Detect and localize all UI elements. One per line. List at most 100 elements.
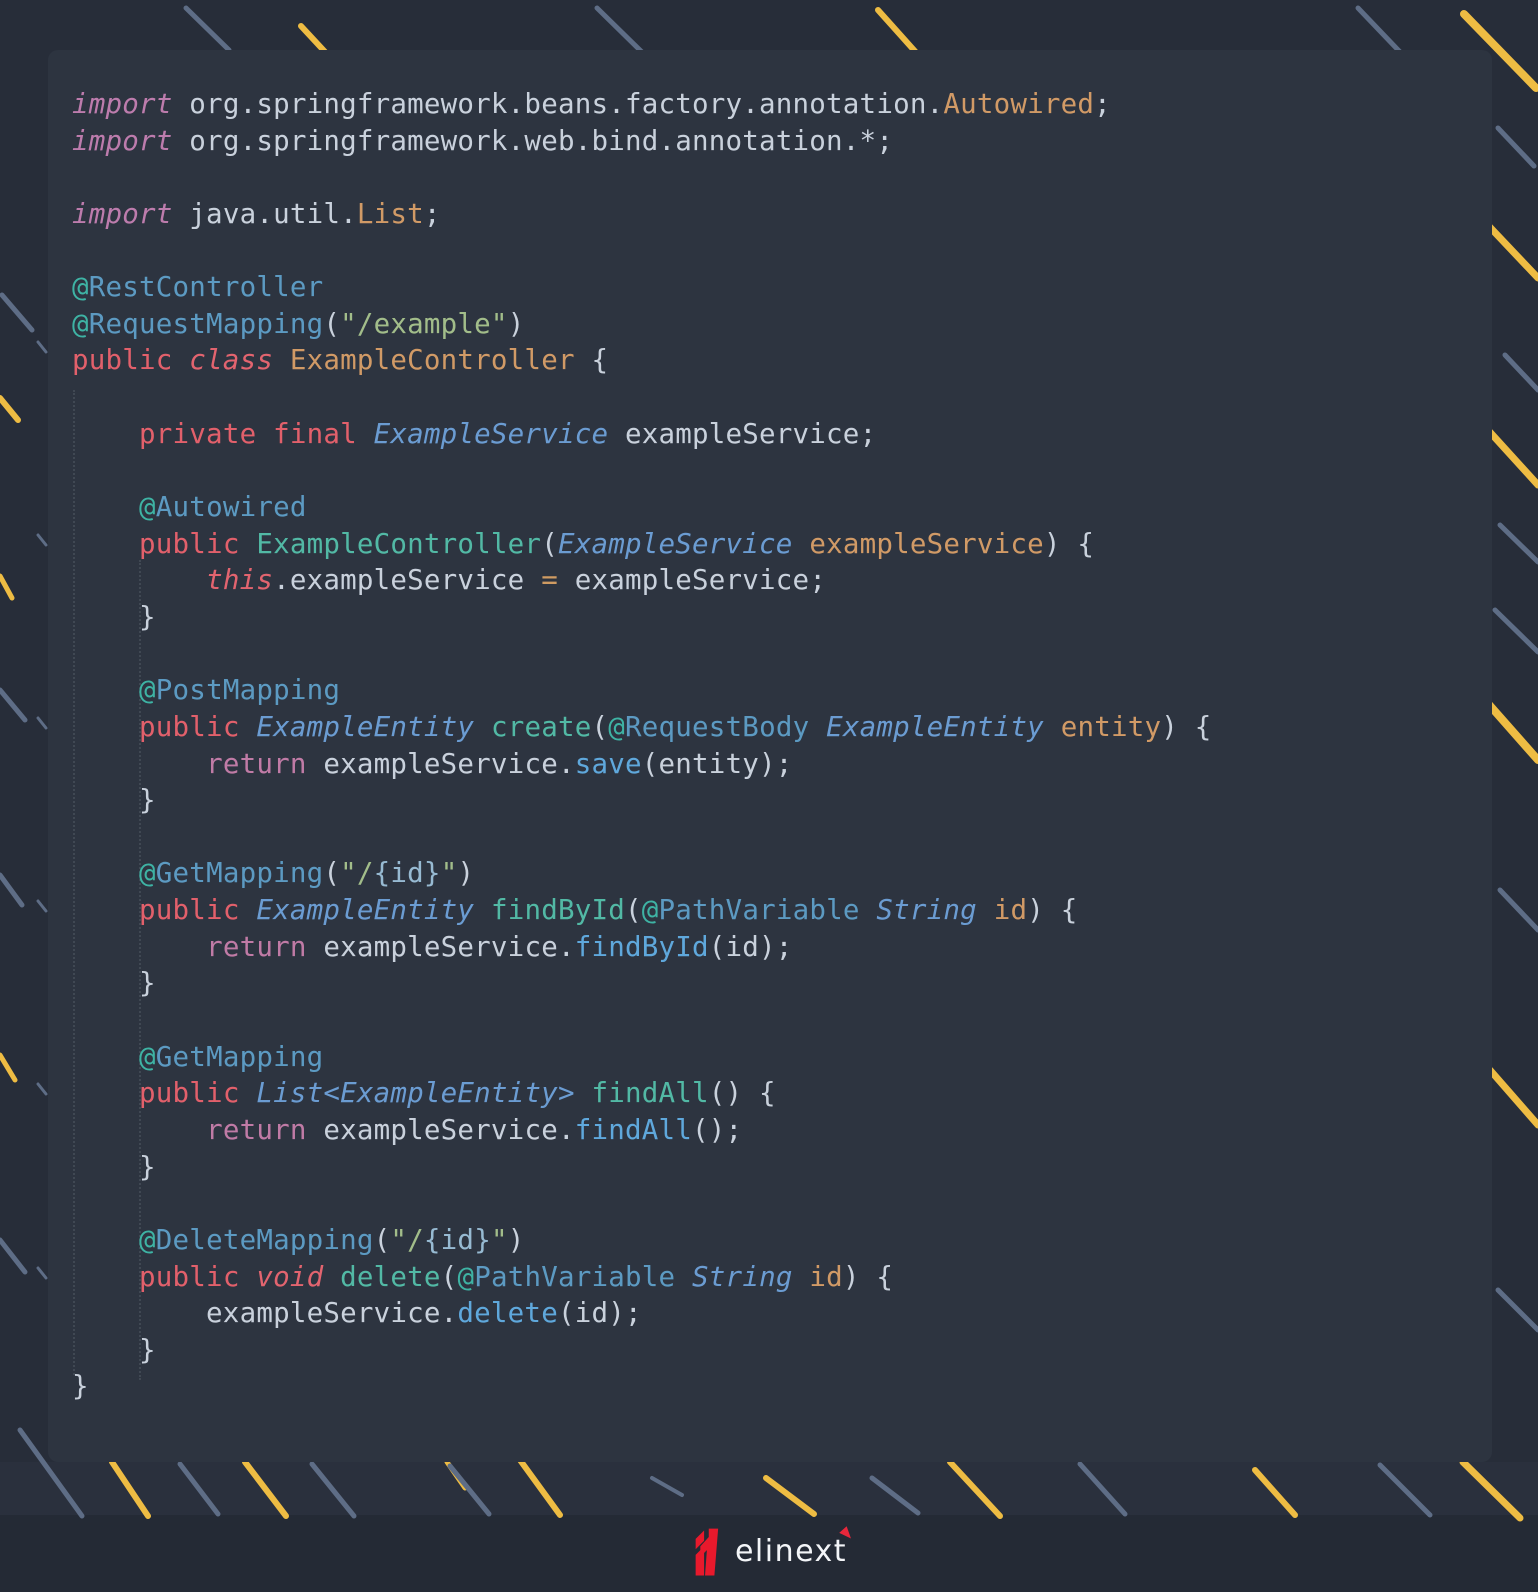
code-token: }	[72, 601, 156, 633]
diagonal-stroke	[1498, 1290, 1538, 1330]
code-token	[809, 711, 826, 743]
code-line: @GetMapping	[72, 1039, 1484, 1076]
code-token: exampleService;	[558, 564, 826, 596]
code-token	[977, 894, 994, 926]
code-token: @	[139, 674, 156, 706]
code-token: exampleService.	[72, 1297, 457, 1329]
code-token: PathVariable	[474, 1261, 675, 1293]
code-line: @RequestMapping("/example")	[72, 306, 1484, 343]
code-line: public List<ExampleEntity> findAll() {	[72, 1075, 1484, 1112]
code-token: (	[591, 711, 608, 743]
diagonal-stroke	[1380, 1465, 1430, 1515]
code-token: @	[608, 711, 625, 743]
code-panel: import org.springframework.beans.factory…	[48, 50, 1492, 1462]
code-line: public ExampleController(ExampleService …	[72, 526, 1484, 563]
diagonal-stroke	[180, 1464, 218, 1514]
code-token: RestController	[89, 271, 324, 303]
diagonal-stroke	[872, 1478, 918, 1513]
page-root: { "background": { "outer": "#272d39", "b…	[0, 0, 1538, 1592]
code-area: import org.springframework.beans.factory…	[72, 86, 1484, 1405]
code-token	[793, 528, 810, 560]
code-token: (entity);	[642, 748, 793, 780]
code-token: RequestBody	[625, 711, 809, 743]
code-token: return	[206, 748, 307, 780]
code-line: import org.springframework.web.bind.anno…	[72, 123, 1484, 160]
code-line: return exampleService.findById(id);	[72, 929, 1484, 966]
code-token: private final	[139, 418, 374, 450]
code-token: )	[508, 308, 525, 340]
code-token: public	[139, 711, 256, 743]
code-line	[72, 233, 1484, 270]
code-token: ExampleEntity	[256, 894, 474, 926]
diagonal-stroke	[1490, 1070, 1538, 1125]
elinext-logo: elinext	[691, 1528, 847, 1576]
code-token: PostMapping	[156, 674, 340, 706]
code-line: }	[72, 965, 1484, 1002]
diagonal-stroke	[1505, 355, 1538, 390]
diagonal-stroke	[1488, 430, 1538, 485]
code-token: ;	[424, 198, 441, 230]
code-token: Autowired	[943, 88, 1094, 120]
code-token: void	[256, 1261, 323, 1293]
code-token: public	[72, 344, 189, 376]
code-line: @PostMapping	[72, 672, 1484, 709]
code-line: return exampleService.save(entity);	[72, 746, 1484, 783]
code-token: =	[541, 564, 558, 596]
code-token: PathVariable	[659, 894, 860, 926]
code-token: )	[508, 1224, 525, 1256]
code-line: exampleService.delete(id);	[72, 1295, 1484, 1332]
code-token: findAll	[575, 1114, 692, 1146]
code-token: GetMapping	[156, 1041, 324, 1073]
code-line: }	[72, 782, 1484, 819]
code-line: @RestController	[72, 269, 1484, 306]
code-token: findById	[491, 894, 625, 926]
code-line: }	[72, 1332, 1484, 1369]
code-token: import	[72, 198, 173, 230]
code-token: @	[72, 271, 89, 303]
code-token: @	[72, 308, 89, 340]
diagonal-stroke	[520, 1460, 560, 1515]
code-token: ;	[1094, 88, 1111, 120]
code-token: ) {	[843, 1261, 893, 1293]
diagonal-stroke	[1485, 222, 1538, 278]
diagonal-stroke	[597, 8, 646, 56]
diagonal-stroke	[38, 718, 46, 728]
code-token: ExampleEntity	[826, 711, 1044, 743]
code-token: delete	[340, 1261, 441, 1293]
code-token	[72, 931, 206, 963]
code-token: @	[139, 857, 156, 889]
brand-text: elinext	[735, 1537, 847, 1567]
code-token: this	[206, 564, 273, 596]
code-token	[1044, 711, 1061, 743]
code-token: {id}	[374, 857, 441, 889]
code-token: "/	[340, 857, 374, 889]
code-token: id	[809, 1261, 843, 1293]
code-token: }	[72, 1334, 156, 1366]
code-token: exampleService	[809, 528, 1044, 560]
code-token	[474, 894, 491, 926]
code-token: List<ExampleEntity>	[256, 1077, 574, 1109]
code-line	[72, 636, 1484, 673]
code-token	[72, 491, 139, 523]
code-token: {id}	[424, 1224, 491, 1256]
brand-label: elinext	[735, 1534, 847, 1569]
code-line: import java.util.List;	[72, 196, 1484, 233]
code-token: @	[457, 1261, 474, 1293]
diagonal-stroke	[450, 1466, 489, 1514]
diagonal-stroke	[1080, 1464, 1125, 1514]
code-line: public void delete(@PathVariable String …	[72, 1259, 1484, 1296]
code-token	[72, 857, 139, 889]
diagonal-stroke	[0, 576, 12, 598]
diagonal-stroke	[950, 1462, 1000, 1516]
diagonal-stroke	[1495, 610, 1538, 652]
code-token: @	[642, 894, 659, 926]
code-line: import org.springframework.beans.factory…	[72, 86, 1484, 123]
code-line: }	[72, 1149, 1484, 1186]
code-line	[72, 379, 1484, 416]
diagonal-stroke	[1500, 525, 1538, 562]
code-token: ) {	[1027, 894, 1077, 926]
code-token: public	[139, 528, 256, 560]
code-token: )	[457, 857, 474, 889]
diagonal-stroke	[766, 1478, 814, 1514]
code-token: "/	[390, 1224, 424, 1256]
